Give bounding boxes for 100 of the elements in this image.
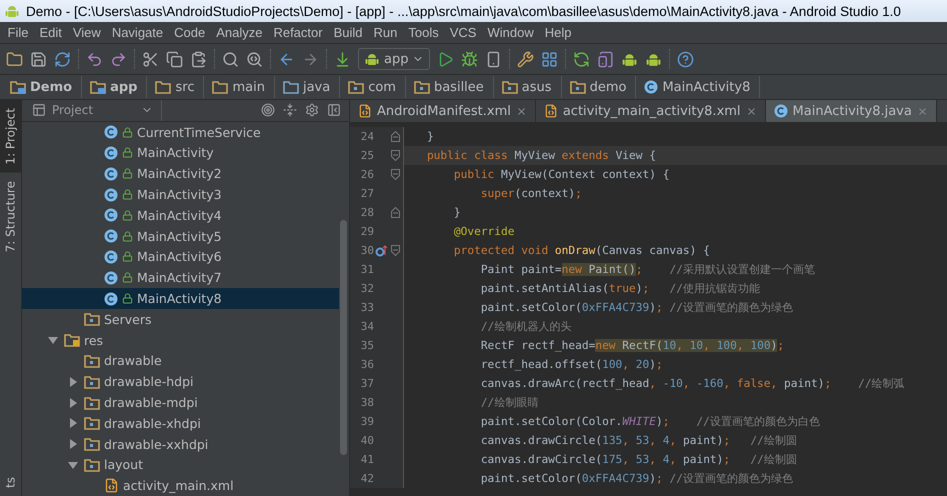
folder-icon[interactable] xyxy=(6,50,23,68)
run-icon[interactable] xyxy=(437,50,454,68)
menu-item[interactable]: Window xyxy=(482,25,540,40)
menu-item[interactable]: Analyze xyxy=(210,25,268,40)
paste-icon[interactable] xyxy=(190,50,207,68)
fold-marker-icon[interactable] xyxy=(391,169,400,180)
fold-marker-icon[interactable] xyxy=(391,150,400,161)
tree-item[interactable]: drawable-mdpi xyxy=(22,392,339,413)
run-config-dropdown[interactable]: app xyxy=(358,48,430,70)
breadcrumb-item[interactable]: basillee xyxy=(412,76,494,98)
tool-window-tab[interactable]: 7: Structure xyxy=(0,172,21,260)
wrench-icon[interactable] xyxy=(517,50,534,68)
tree-item[interactable]: MainActivity2 xyxy=(22,163,339,184)
search-icon[interactable] xyxy=(222,50,239,68)
breadcrumb-item[interactable]: main xyxy=(210,76,275,98)
override-marker-icon[interactable] xyxy=(375,244,388,256)
download-arrow-icon[interactable] xyxy=(334,50,351,68)
code-line: super(context); xyxy=(480,187,582,200)
tree-item[interactable]: CurrentTimeService xyxy=(22,122,339,143)
package-folder-icon xyxy=(84,312,100,326)
hide-icon[interactable] xyxy=(327,103,341,118)
help-icon[interactable] xyxy=(677,50,694,68)
tree-item[interactable]: MainActivity xyxy=(22,142,339,164)
fold-marker-icon[interactable] xyxy=(391,207,400,218)
sync-icon[interactable] xyxy=(54,50,71,68)
breadcrumb-item[interactable]: Demo xyxy=(8,76,82,98)
tree-item[interactable]: drawable-hdpi xyxy=(22,371,339,392)
bug-icon[interactable] xyxy=(461,50,478,68)
menu-item[interactable]: View xyxy=(67,25,106,40)
menu-item[interactable]: VCS xyxy=(444,25,482,40)
class-icon xyxy=(104,188,118,202)
panel-title[interactable]: Project xyxy=(52,103,94,118)
tree-item[interactable]: MainActivity5 xyxy=(22,226,339,247)
module-folder-icon xyxy=(90,80,106,94)
code-line: public MyView(Context context) { xyxy=(452,168,670,181)
code-line: //绘制机器人的头 xyxy=(480,319,572,334)
settings-icon[interactable] xyxy=(305,103,319,118)
collapsed-arrow-icon[interactable] xyxy=(68,376,78,387)
copy-icon[interactable] xyxy=(166,50,183,68)
expanded-arrow-icon[interactable] xyxy=(48,335,58,346)
breadcrumb-item[interactable]: com xyxy=(346,76,406,98)
undo-icon[interactable] xyxy=(86,50,103,68)
tool-window-tab[interactable]: ts xyxy=(0,469,21,496)
tree-item[interactable]: drawable xyxy=(22,350,339,372)
tablet-icon[interactable] xyxy=(597,50,614,68)
tree-item[interactable]: res xyxy=(22,330,339,351)
class-icon xyxy=(104,146,118,160)
tree-item[interactable]: layout xyxy=(22,454,339,476)
menu-item[interactable]: Build xyxy=(328,25,368,40)
menu-item[interactable]: Help xyxy=(539,25,577,40)
fold-marker-icon[interactable] xyxy=(391,131,400,142)
cut-icon[interactable] xyxy=(142,50,159,68)
save-icon[interactable] xyxy=(30,50,47,68)
package-folder-icon xyxy=(84,416,100,430)
tree-item[interactable]: MainActivity8 xyxy=(22,288,339,309)
breadcrumb-item[interactable]: app xyxy=(88,76,148,98)
breadcrumb-item[interactable]: java xyxy=(280,76,340,98)
sync-arrows-icon[interactable] xyxy=(573,50,590,68)
tree-item[interactable]: MainActivity6 xyxy=(22,246,339,268)
tree-item[interactable]: MainActivity7 xyxy=(22,267,339,288)
collapsed-arrow-icon[interactable] xyxy=(68,418,78,428)
close-icon[interactable] xyxy=(746,106,757,116)
tool-window-tab[interactable]: 1: Project xyxy=(0,100,21,173)
scrollbar-thumb[interactable] xyxy=(340,220,347,455)
tree-item[interactable]: MainActivity3 xyxy=(22,184,339,205)
line-number: 37 xyxy=(350,374,374,393)
tree-item[interactable]: drawable-xxhdpi xyxy=(22,434,339,455)
breadcrumb-item[interactable]: asus xyxy=(500,76,562,98)
module-folder-icon xyxy=(10,80,26,94)
menu-item[interactable]: Edit xyxy=(34,25,68,40)
breadcrumb-item[interactable]: demo xyxy=(568,76,636,98)
menu-item[interactable]: Run xyxy=(368,25,403,40)
menu-item[interactable]: Tools xyxy=(402,25,444,40)
lock-icon xyxy=(122,272,133,284)
editor-tab[interactable]: MainActivity8.java xyxy=(766,100,937,122)
breadcrumb-item[interactable]: src xyxy=(153,76,204,98)
close-icon[interactable] xyxy=(516,106,527,116)
menu-item[interactable]: Code xyxy=(168,25,211,40)
class-icon xyxy=(104,229,118,244)
breadcrumb-item[interactable]: MainActivity8 xyxy=(642,76,760,98)
target-icon[interactable] xyxy=(261,103,275,118)
redo-icon[interactable] xyxy=(110,50,127,68)
menu-item[interactable]: File xyxy=(2,25,34,40)
grid-icon[interactable] xyxy=(541,50,558,68)
menu-item[interactable]: Navigate xyxy=(106,25,169,40)
tree-item[interactable]: drawable-xhdpi xyxy=(22,412,339,434)
tree-item[interactable]: MainActivity4 xyxy=(22,204,339,226)
line-number: 34 xyxy=(350,317,374,336)
fold-marker-icon[interactable] xyxy=(391,245,400,256)
close-icon[interactable] xyxy=(916,106,928,116)
search-replace-icon[interactable] xyxy=(246,50,263,68)
tree-item[interactable]: Servers xyxy=(22,308,339,330)
collapse-icon[interactable] xyxy=(283,103,297,118)
line-number: 31 xyxy=(350,260,374,279)
tree-item[interactable]: activity_main.xml xyxy=(22,475,339,496)
expanded-arrow-icon[interactable] xyxy=(68,460,78,470)
collapsed-arrow-icon[interactable] xyxy=(68,439,78,450)
lock-icon xyxy=(122,126,133,138)
collapsed-arrow-icon[interactable] xyxy=(68,398,78,408)
menu-item[interactable]: Refactor xyxy=(268,25,328,40)
